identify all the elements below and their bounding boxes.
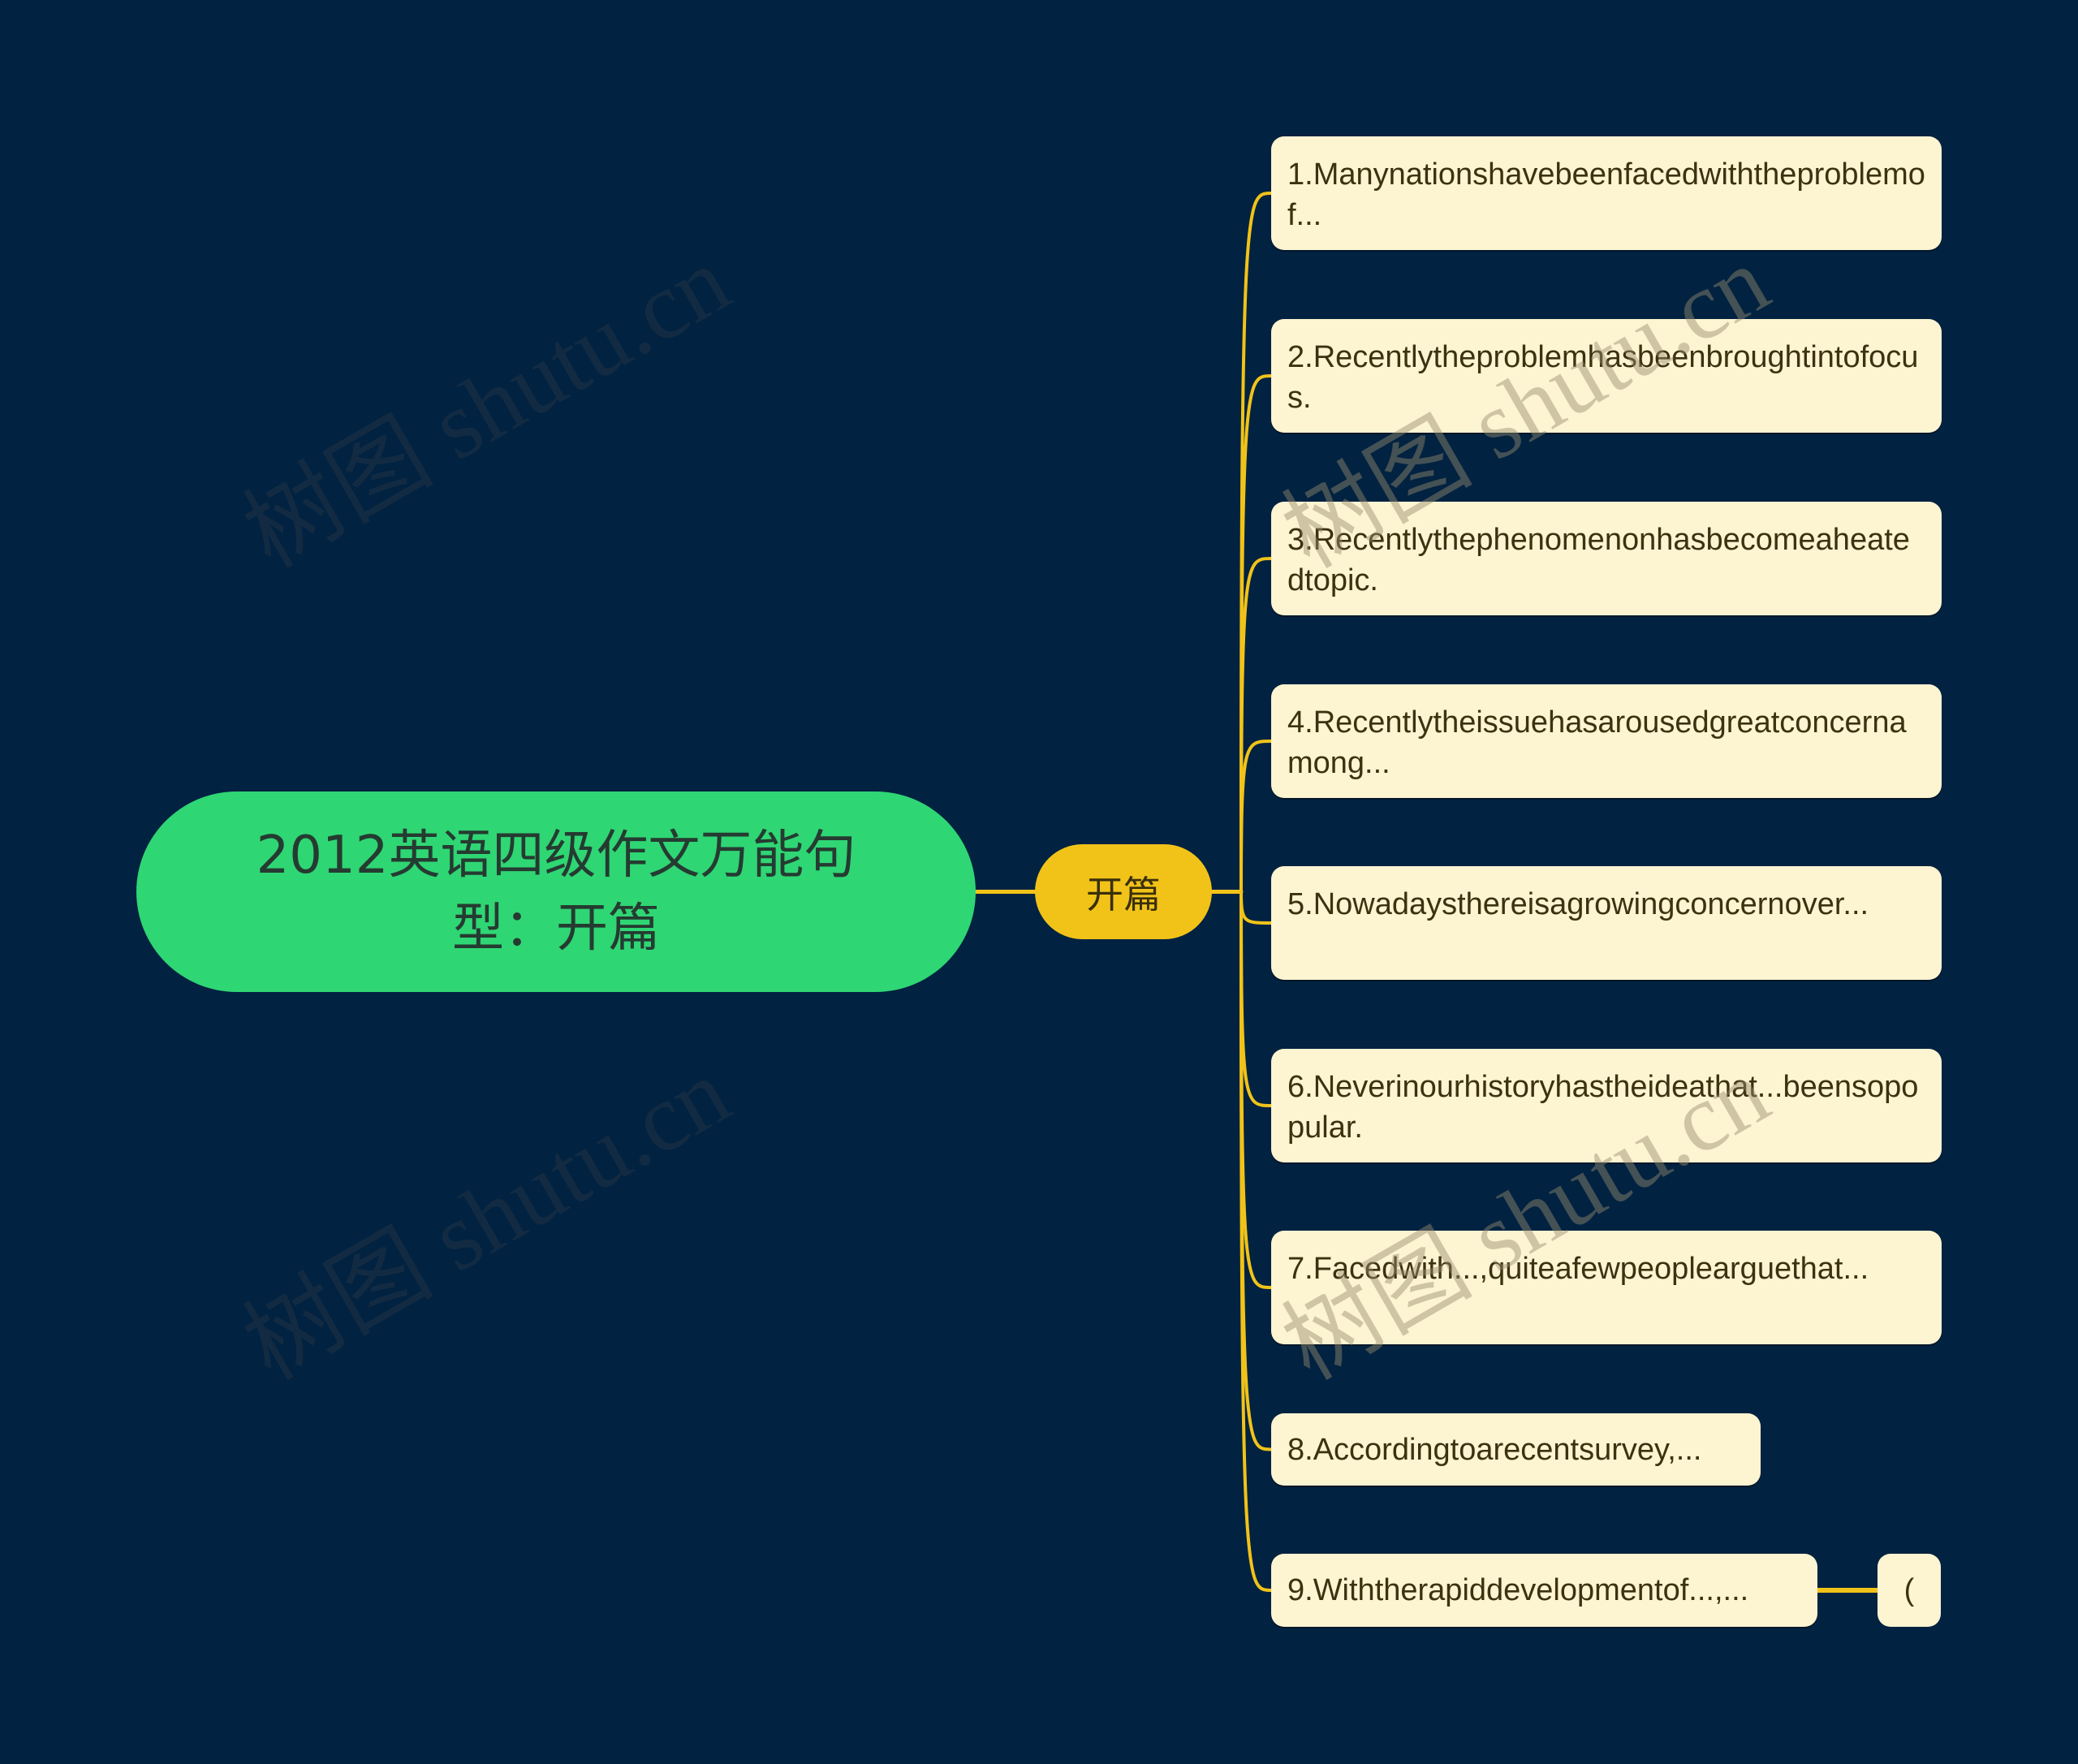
leaf-node[interactable]: 6.Neverinourhistoryhastheideathat...been…: [1271, 1049, 1942, 1162]
root-node[interactable]: 2012英语四级作文万能句型：开篇: [136, 791, 976, 992]
leaf-node[interactable]: 3.Recentlythephenomenonhasbecomeaheatedt…: [1271, 502, 1942, 615]
leaf-node-label: 5.Nowadaysthereisagrowingconcernover...: [1287, 887, 1869, 921]
connector-branch-leaf: [1239, 740, 1273, 894]
leaf-node[interactable]: 2.Recentlytheproblemhasbeenbroughtintofo…: [1271, 319, 1942, 433]
leaf-node[interactable]: 1.Manynationshavebeenfacedwiththeproblem…: [1271, 136, 1942, 250]
branch-node-opening[interactable]: 开篇: [1035, 844, 1212, 939]
leaf-node[interactable]: 8.Accordingtoarecentsurvey,...: [1271, 1413, 1761, 1486]
leaf-node-label: 9.Withtherapiddevelopmentof...,...: [1287, 1573, 1749, 1607]
branch-node-label: 开篇: [1086, 872, 1161, 917]
connector-branch-leaf: [1239, 374, 1273, 894]
connector-branch-leaf: [1239, 890, 1273, 1451]
tail-node[interactable]: (: [1878, 1554, 1941, 1627]
leaf-node[interactable]: 9.Withtherapiddevelopmentof...,...: [1271, 1554, 1817, 1627]
connector-branch-leaf: [1239, 192, 1273, 894]
connector-branch-leaf: [1239, 890, 1273, 925]
leaf-node-label: 7.Facedwith...,quiteafewpeoplearguethat.…: [1287, 1252, 1869, 1286]
tail-node-label: (: [1903, 1572, 1915, 1607]
leaf-node-label: 2.Recentlytheproblemhasbeenbroughtintofo…: [1287, 340, 1919, 415]
connector-branch-leaf: [1239, 557, 1273, 894]
leaf-node[interactable]: 4.Recentlytheissuehasarousedgreatconcern…: [1271, 684, 1942, 798]
leaf-node[interactable]: 7.Facedwith...,quiteafewpeoplearguethat.…: [1271, 1231, 1942, 1344]
leaf-node-label: 1.Manynationshavebeenfacedwiththeproblem…: [1287, 157, 1925, 232]
root-node-label: 2012英语四级作文万能句型：开篇: [256, 825, 856, 959]
leaf-node[interactable]: 5.Nowadaysthereisagrowingconcernover...: [1271, 866, 1942, 980]
leaf-node-label: 8.Accordingtoarecentsurvey,...: [1287, 1432, 1702, 1467]
leaf-node-label: 3.Recentlythephenomenonhasbecomeaheatedt…: [1287, 523, 1910, 597]
leaf-node-label: 6.Neverinourhistoryhastheideathat...been…: [1287, 1070, 1919, 1145]
leaf-node-label: 4.Recentlytheissuehasarousedgreatconcern…: [1287, 705, 1907, 780]
connector-branch-leaf: [1239, 890, 1273, 1289]
